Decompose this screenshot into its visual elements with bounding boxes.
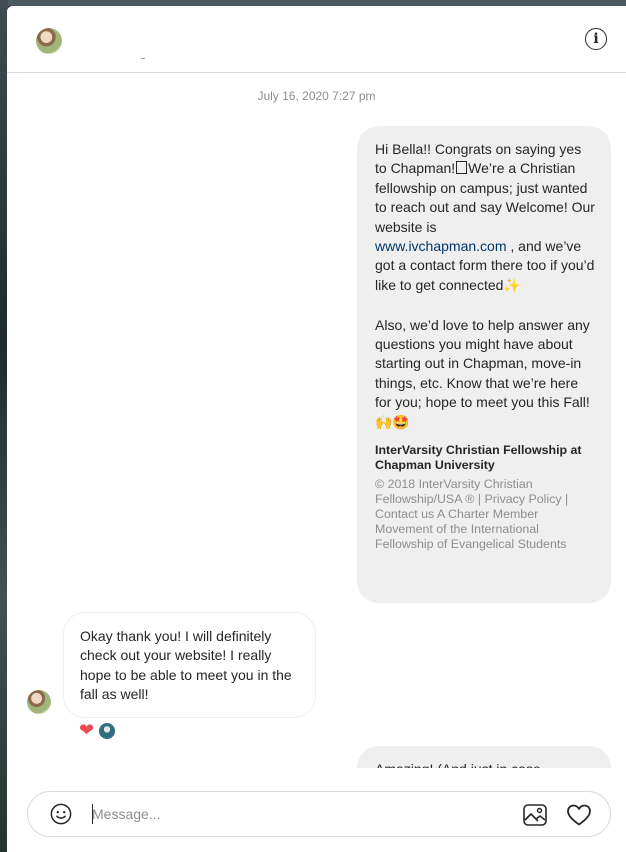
message-timestamp: July 16, 2020 7:27 pm: [257, 89, 376, 103]
message-text: Okay thank you! I will definitely check …: [80, 628, 292, 703]
info-icon[interactable]: i: [585, 28, 607, 50]
image-icon[interactable]: [522, 802, 548, 828]
contact-avatar[interactable]: [36, 28, 62, 54]
message-input[interactable]: [92, 802, 472, 826]
emoji-icon: 🙌🤩: [375, 414, 410, 431]
link-preview-title[interactable]: InterVarsity Christian Fellowship at Cha…: [375, 443, 595, 473]
message-text-paragraph: Also, we’d love to help answer any quest…: [375, 316, 594, 431]
message-reactions[interactable]: ❤: [79, 720, 117, 741]
incoming-message-bubble[interactable]: Okay thank you! I will definitely check …: [63, 612, 316, 718]
contact-name: [141, 58, 145, 59]
outgoing-message-bubble[interactable]: Hi Bella!! Congrats on saying yes to Cha…: [357, 126, 611, 603]
sparkles-icon: ✨: [503, 277, 521, 294]
reactor-avatar: [98, 722, 117, 740]
thread-header: i: [7, 6, 626, 73]
heart-reaction-icon: ❤: [79, 720, 95, 741]
heart-icon[interactable]: [566, 803, 592, 827]
smiley-icon[interactable]: [50, 803, 72, 825]
direct-message-window: i July 16, 2020 7:27 pm Hi Bella!! Congr…: [7, 6, 626, 852]
text-caret: [92, 804, 93, 824]
message-composer: [27, 791, 611, 837]
missing-glyph-icon: [456, 161, 468, 175]
sender-avatar[interactable]: [27, 690, 51, 714]
link-preview-description: © 2018 InterVarsity Christian Fellowship…: [375, 477, 569, 552]
message-text: Hi Bella!! Congrats on saying yes to Cha…: [375, 141, 599, 294]
website-link[interactable]: www.ivchapman.com: [375, 238, 507, 254]
